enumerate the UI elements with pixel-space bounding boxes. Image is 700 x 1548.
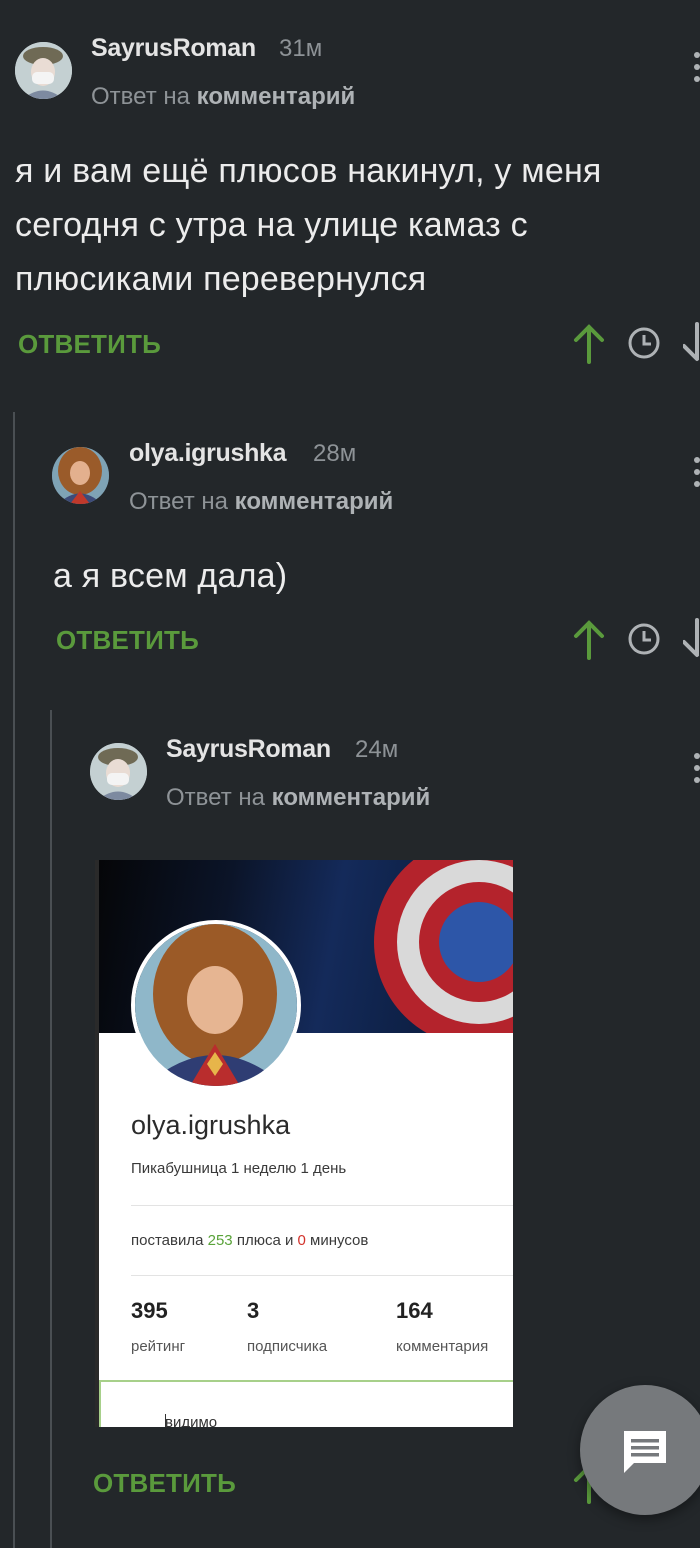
- reply-button[interactable]: ОТВЕТИТЬ: [93, 1468, 236, 1499]
- reply-to-link[interactable]: комментарий: [235, 488, 394, 515]
- subscribers-label: подписчика: [247, 1338, 328, 1355]
- reply-to-prefix: Ответ на: [129, 488, 228, 515]
- avatar[interactable]: [15, 42, 72, 99]
- text-caret: [165, 1414, 166, 1427]
- clock-icon[interactable]: [627, 326, 661, 360]
- arrow-up-icon[interactable]: [572, 618, 606, 660]
- reply-button[interactable]: ОТВЕТИТЬ: [18, 329, 161, 360]
- comment-time: 24м: [355, 736, 399, 763]
- comment-time: 28м: [313, 440, 357, 467]
- votes-prefix: поставила: [131, 1232, 204, 1249]
- votes-mid: плюса и: [236, 1232, 294, 1249]
- kebab-menu-icon[interactable]: [694, 753, 700, 789]
- reply-to-prefix: Ответ на: [91, 83, 190, 110]
- reply-to: Ответ на комментарий: [129, 488, 393, 516]
- rating-label: рейтинг: [131, 1338, 186, 1355]
- kebab-menu-icon[interactable]: [694, 52, 700, 88]
- divider: [131, 1205, 513, 1206]
- votes-summary: поставила 253 плюса и 0 минусов: [131, 1232, 368, 1249]
- author-name[interactable]: SayrusRoman: [166, 735, 331, 764]
- reply-to: Ответ на комментарий: [166, 784, 430, 812]
- profile-username: olya.igrushka: [131, 1110, 291, 1140]
- rating-value: 395: [131, 1298, 168, 1323]
- thread-line[interactable]: [50, 710, 52, 1548]
- reply-to-prefix: Ответ на: [166, 784, 265, 811]
- author-name[interactable]: olya.igrushka: [129, 439, 287, 468]
- note-field: видимо хороший человек: [99, 1380, 513, 1427]
- comment-icon: [624, 1431, 666, 1473]
- arrow-down-icon[interactable]: [683, 322, 700, 364]
- subscribers-value: 3: [247, 1298, 260, 1323]
- arrow-down-icon[interactable]: [683, 618, 700, 660]
- comment-text: а я всем дала): [53, 557, 288, 595]
- minus-count: 0: [297, 1232, 306, 1249]
- divider: [131, 1275, 513, 1276]
- author-name[interactable]: SayrusRoman: [91, 34, 256, 63]
- profile-subtitle: Пикабушница 1 неделю 1 день: [131, 1160, 347, 1177]
- comment-text: я и вам ещё плюсов накинул, у меня сегод…: [15, 152, 602, 298]
- profile-avatar: [131, 920, 301, 1090]
- avatar[interactable]: [52, 447, 109, 504]
- attached-image[interactable]: olya.igrushka Пикабушница 1 неделю 1 ден…: [95, 860, 513, 1427]
- reply-button[interactable]: ОТВЕТИТЬ: [56, 625, 199, 656]
- reply-to: Ответ на комментарий: [91, 83, 355, 111]
- kebab-menu-icon[interactable]: [694, 457, 700, 493]
- comment-fab-button[interactable]: [580, 1385, 700, 1515]
- comments-label: комментария: [396, 1338, 489, 1355]
- reply-to-link[interactable]: комментарий: [272, 784, 431, 811]
- thread-line[interactable]: [13, 412, 15, 1548]
- note-text: видимо хороший человек: [165, 1414, 218, 1427]
- comments-value: 164: [396, 1298, 433, 1323]
- arrow-up-icon[interactable]: [572, 322, 606, 364]
- avatar[interactable]: [90, 743, 147, 800]
- clock-icon[interactable]: [627, 622, 661, 656]
- plus-count: 253: [207, 1232, 233, 1249]
- votes-suffix: минусов: [310, 1232, 369, 1249]
- reply-to-link[interactable]: комментарий: [197, 83, 356, 110]
- comment-time: 31м: [279, 35, 323, 62]
